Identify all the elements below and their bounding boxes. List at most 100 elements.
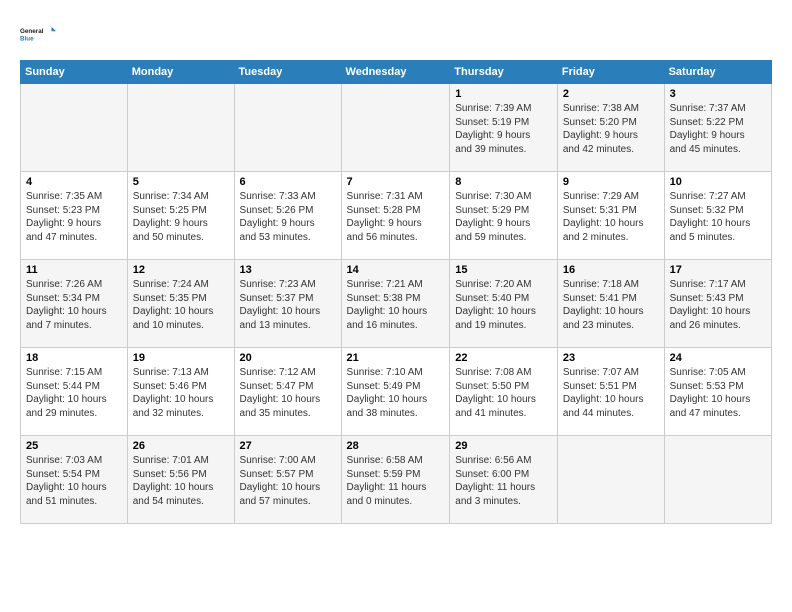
header-cell-saturday: Saturday <box>664 61 771 84</box>
day-number: 29 <box>455 440 552 452</box>
day-cell <box>234 84 341 172</box>
day-cell: 26 Sunrise: 7:01 AM Sunset: 5:56 PM Dayli… <box>127 436 234 524</box>
day-number: 26 <box>133 440 229 452</box>
day-cell: 25 Sunrise: 7:03 AM Sunset: 5:54 PM Dayli… <box>21 436 128 524</box>
day-info: Sunrise: 6:58 AM Sunset: 5:59 PM Dayligh… <box>347 454 445 508</box>
day-info: Sunrise: 7:18 AM Sunset: 5:41 PM Dayligh… <box>563 278 659 332</box>
day-cell: 15 Sunrise: 7:20 AM Sunset: 5:40 PM Dayli… <box>450 260 558 348</box>
header-cell-sunday: Sunday <box>21 61 128 84</box>
day-cell: 11Sunrise: 7:26 AM Sunset: 5:34 PM Dayli… <box>21 260 128 348</box>
day-number: 9 <box>563 176 659 188</box>
day-cell: 22Sunrise: 7:08 AM Sunset: 5:50 PM Dayli… <box>450 348 558 436</box>
day-info: Sunrise: 7:33 AM Sunset: 5:26 PM Dayligh… <box>240 190 336 244</box>
day-number: 2 <box>563 88 659 100</box>
day-cell: 6 Sunrise: 7:33 AM Sunset: 5:26 PM Daylig… <box>234 172 341 260</box>
day-cell: 1 Sunrise: 7:39 AM Sunset: 5:19 PM Daylig… <box>450 84 558 172</box>
day-cell: 17 Sunrise: 7:17 AM Sunset: 5:43 PM Dayli… <box>664 260 771 348</box>
day-number: 17 <box>670 264 766 276</box>
header-row: SundayMondayTuesdayWednesdayThursdayFrid… <box>21 61 772 84</box>
day-info: Sunrise: 7:01 AM Sunset: 5:56 PM Dayligh… <box>133 454 229 508</box>
day-number: 14 <box>347 264 445 276</box>
day-info: Sunrise: 7:38 AM Sunset: 5:20 PM Dayligh… <box>563 102 659 156</box>
day-number: 3 <box>670 88 766 100</box>
day-info: Sunrise: 7:07 AM Sunset: 5:51 PM Dayligh… <box>563 366 659 420</box>
day-cell: 23 Sunrise: 7:07 AM Sunset: 5:51 PM Dayli… <box>557 348 664 436</box>
day-cell: 18Sunrise: 7:15 AM Sunset: 5:44 PM Dayli… <box>21 348 128 436</box>
day-cell: 9 Sunrise: 7:29 AM Sunset: 5:31 PM Daylig… <box>557 172 664 260</box>
day-info: Sunrise: 7:05 AM Sunset: 5:53 PM Dayligh… <box>670 366 766 420</box>
day-cell: 21 Sunrise: 7:10 AM Sunset: 5:49 PM Dayli… <box>341 348 450 436</box>
day-info: Sunrise: 7:17 AM Sunset: 5:43 PM Dayligh… <box>670 278 766 332</box>
day-number: 6 <box>240 176 336 188</box>
day-cell: 14 Sunrise: 7:21 AM Sunset: 5:38 PM Dayli… <box>341 260 450 348</box>
day-cell: 28 Sunrise: 6:58 AM Sunset: 5:59 PM Dayli… <box>341 436 450 524</box>
week-row-2: 4 Sunrise: 7:35 AM Sunset: 5:23 PM Daylig… <box>21 172 772 260</box>
header-cell-tuesday: Tuesday <box>234 61 341 84</box>
header-cell-thursday: Thursday <box>450 61 558 84</box>
day-number: 12 <box>133 264 229 276</box>
svg-text:Blue: Blue <box>20 35 34 42</box>
day-cell: 24 Sunrise: 7:05 AM Sunset: 5:53 PM Dayli… <box>664 348 771 436</box>
day-cell: 8 Sunrise: 7:30 AM Sunset: 5:29 PM Daylig… <box>450 172 558 260</box>
day-number: 7 <box>347 176 445 188</box>
day-cell: 4 Sunrise: 7:35 AM Sunset: 5:23 PM Daylig… <box>21 172 128 260</box>
day-number: 8 <box>455 176 552 188</box>
day-number: 27 <box>240 440 336 452</box>
day-cell: 27 Sunrise: 7:00 AM Sunset: 5:57 PM Dayli… <box>234 436 341 524</box>
day-number: 10 <box>670 176 766 188</box>
day-cell: 3 Sunrise: 7:37 AM Sunset: 5:22 PM Daylig… <box>664 84 771 172</box>
day-number: 25 <box>26 440 122 452</box>
day-cell: 10 Sunrise: 7:27 AM Sunset: 5:32 PM Dayli… <box>664 172 771 260</box>
day-cell: 7 Sunrise: 7:31 AM Sunset: 5:28 PM Daylig… <box>341 172 450 260</box>
day-info: Sunrise: 7:20 AM Sunset: 5:40 PM Dayligh… <box>455 278 552 332</box>
day-cell: 19Sunrise: 7:13 AM Sunset: 5:46 PM Dayli… <box>127 348 234 436</box>
day-info: Sunrise: 7:27 AM Sunset: 5:32 PM Dayligh… <box>670 190 766 244</box>
day-cell <box>341 84 450 172</box>
day-number: 1 <box>455 88 552 100</box>
day-cell: 12 Sunrise: 7:24 AM Sunset: 5:35 PM Dayli… <box>127 260 234 348</box>
day-info: Sunrise: 7:15 AM Sunset: 5:44 PM Dayligh… <box>26 366 122 420</box>
day-cell <box>21 84 128 172</box>
day-number: 22 <box>455 352 552 364</box>
week-row-4: 18Sunrise: 7:15 AM Sunset: 5:44 PM Dayli… <box>21 348 772 436</box>
day-info: Sunrise: 7:31 AM Sunset: 5:28 PM Dayligh… <box>347 190 445 244</box>
calendar-table: SundayMondayTuesdayWednesdayThursdayFrid… <box>20 60 772 524</box>
day-info: Sunrise: 7:29 AM Sunset: 5:31 PM Dayligh… <box>563 190 659 244</box>
day-info: Sunrise: 6:56 AM Sunset: 6:00 PM Dayligh… <box>455 454 552 508</box>
day-number: 24 <box>670 352 766 364</box>
day-number: 23 <box>563 352 659 364</box>
day-info: Sunrise: 7:10 AM Sunset: 5:49 PM Dayligh… <box>347 366 445 420</box>
header: General Blue <box>20 16 772 52</box>
day-cell: 20 Sunrise: 7:12 AM Sunset: 5:47 PM Dayli… <box>234 348 341 436</box>
day-info: Sunrise: 7:39 AM Sunset: 5:19 PM Dayligh… <box>455 102 552 156</box>
day-info: Sunrise: 7:03 AM Sunset: 5:54 PM Dayligh… <box>26 454 122 508</box>
day-cell <box>557 436 664 524</box>
day-number: 28 <box>347 440 445 452</box>
day-number: 16 <box>563 264 659 276</box>
logo: General Blue <box>20 16 56 52</box>
day-info: Sunrise: 7:35 AM Sunset: 5:23 PM Dayligh… <box>26 190 122 244</box>
header-cell-wednesday: Wednesday <box>341 61 450 84</box>
day-cell <box>127 84 234 172</box>
day-cell: 5Sunrise: 7:34 AM Sunset: 5:25 PM Daylig… <box>127 172 234 260</box>
day-info: Sunrise: 7:30 AM Sunset: 5:29 PM Dayligh… <box>455 190 552 244</box>
day-number: 4 <box>26 176 122 188</box>
day-info: Sunrise: 7:23 AM Sunset: 5:37 PM Dayligh… <box>240 278 336 332</box>
day-number: 15 <box>455 264 552 276</box>
day-cell: 29 Sunrise: 6:56 AM Sunset: 6:00 PM Dayli… <box>450 436 558 524</box>
day-number: 13 <box>240 264 336 276</box>
day-number: 11 <box>26 264 122 276</box>
week-row-5: 25 Sunrise: 7:03 AM Sunset: 5:54 PM Dayli… <box>21 436 772 524</box>
day-cell: 2 Sunrise: 7:38 AM Sunset: 5:20 PM Daylig… <box>557 84 664 172</box>
svg-text:General: General <box>20 28 44 35</box>
day-info: Sunrise: 7:21 AM Sunset: 5:38 PM Dayligh… <box>347 278 445 332</box>
day-number: 21 <box>347 352 445 364</box>
page: General Blue SundayMondayTuesdayWednesda… <box>0 0 792 534</box>
day-info: Sunrise: 7:24 AM Sunset: 5:35 PM Dayligh… <box>133 278 229 332</box>
day-info: Sunrise: 7:00 AM Sunset: 5:57 PM Dayligh… <box>240 454 336 508</box>
day-info: Sunrise: 7:13 AM Sunset: 5:46 PM Dayligh… <box>133 366 229 420</box>
day-number: 20 <box>240 352 336 364</box>
day-info: Sunrise: 7:12 AM Sunset: 5:47 PM Dayligh… <box>240 366 336 420</box>
logo-icon: General Blue <box>20 16 56 52</box>
day-info: Sunrise: 7:37 AM Sunset: 5:22 PM Dayligh… <box>670 102 766 156</box>
